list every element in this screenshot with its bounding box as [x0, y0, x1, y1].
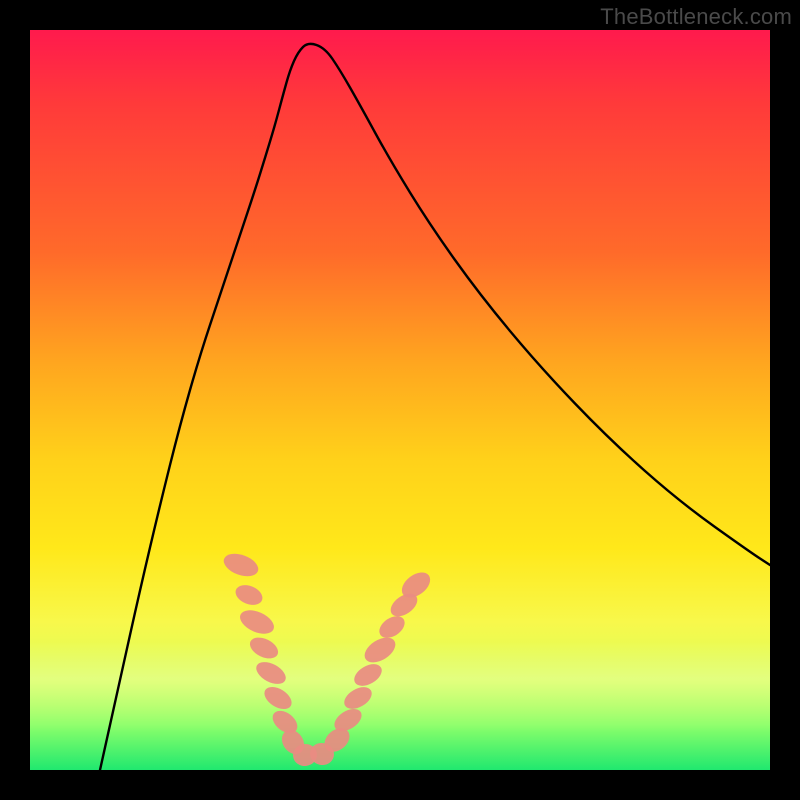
marker-blob: [351, 660, 386, 691]
plot-area: [30, 30, 770, 770]
marker-blob: [253, 658, 290, 689]
chart-svg: [30, 30, 770, 770]
marker-blob: [233, 581, 266, 608]
marker-blob: [261, 682, 296, 713]
marker-blob: [221, 549, 262, 580]
marker-blobs: [221, 549, 435, 767]
bottleneck-curve: [100, 44, 770, 770]
marker-blob: [236, 606, 277, 639]
marker-blob: [360, 633, 399, 668]
marker-blob: [375, 612, 408, 643]
marker-blob: [341, 683, 376, 714]
chart-frame: TheBottleneck.com: [0, 0, 800, 800]
watermark-text: TheBottleneck.com: [600, 4, 792, 30]
marker-blob: [247, 633, 282, 662]
